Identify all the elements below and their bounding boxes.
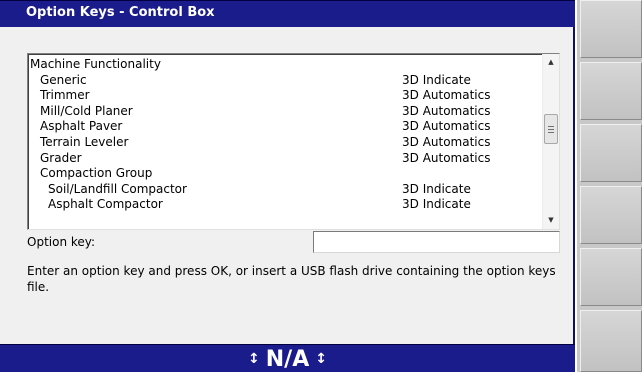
thumb-grip-icon <box>548 132 554 133</box>
option-keys-list[interactable]: Machine Functionality Generic 3D Indicate T… <box>27 53 560 230</box>
list-item-value: 3D Indicate <box>402 72 471 87</box>
list-item-name: Soil/Landfill Compactor <box>48 181 187 196</box>
list-items: Machine Functionality Generic 3D Indicate T… <box>30 57 538 213</box>
list-item-name: Compaction Group <box>40 166 153 181</box>
status-content[interactable]: ↕ N/A ↕ <box>242 347 333 372</box>
softkey-panel <box>577 0 642 372</box>
softkey-5[interactable] <box>580 248 642 306</box>
scroll-thumb[interactable] <box>544 114 558 144</box>
list-item-value: 3D Automatics <box>402 88 491 103</box>
window-title: Option Keys - Control Box <box>26 5 215 20</box>
list-item-name: Trimmer <box>40 88 90 103</box>
status-text: N/A <box>265 347 310 372</box>
instructions-text: Enter an option key and press OK, or ins… <box>27 264 556 294</box>
list-item[interactable]: Trimmer 3D Automatics <box>30 88 538 104</box>
list-item-name: Asphalt Compactor <box>48 197 163 212</box>
thumb-grip-icon <box>548 126 554 127</box>
up-down-arrow-icon: ↕ <box>315 351 327 367</box>
softkey-3[interactable] <box>580 124 642 182</box>
list-item-name: Terrain Leveler <box>40 134 129 149</box>
list-item[interactable]: Asphalt Compactor 3D Indicate <box>30 197 538 213</box>
list-item-name: Grader <box>40 150 82 165</box>
list-item-name: Generic <box>40 72 87 87</box>
list-item-value: 3D Automatics <box>402 150 491 165</box>
list-item[interactable]: Soil/Landfill Compactor 3D Indicate <box>30 182 538 198</box>
list-item[interactable]: Generic 3D Indicate <box>30 73 538 89</box>
list-item[interactable]: Compaction Group <box>30 166 538 182</box>
list-item-name: Asphalt Paver <box>40 119 123 134</box>
scroll-up-arrow-icon[interactable]: ▲ <box>543 54 559 71</box>
list-item-name: Mill/Cold Planer <box>40 103 133 118</box>
option-key-label: Option key: <box>27 235 96 249</box>
list-item-value: 3D Automatics <box>402 103 491 118</box>
list-item[interactable]: Mill/Cold Planer 3D Automatics <box>30 104 538 120</box>
softkey-6[interactable] <box>580 310 642 372</box>
title-bar: Option Keys - Control Box <box>0 0 575 27</box>
dialog-window: Option Keys - Control Box Machine Functi… <box>0 0 575 372</box>
list-item-name: Machine Functionality <box>30 57 161 71</box>
list-item-value: 3D Automatics <box>402 119 491 134</box>
up-down-arrow-icon: ↕ <box>248 351 260 367</box>
softkey-4[interactable] <box>580 186 642 244</box>
list-item[interactable]: Machine Functionality <box>30 57 538 73</box>
status-bar: ↕ N/A ↕ <box>0 344 575 372</box>
vertical-scrollbar[interactable]: ▲ ▼ <box>542 54 559 229</box>
thumb-grip-icon <box>548 129 554 130</box>
list-item[interactable]: Asphalt Paver 3D Automatics <box>30 119 538 135</box>
softkey-2[interactable] <box>580 62 642 120</box>
list-item-value: 3D Indicate <box>402 197 471 212</box>
list-item[interactable]: Grader 3D Automatics <box>30 151 538 167</box>
option-key-input[interactable] <box>313 231 560 253</box>
list-item[interactable]: Terrain Leveler 3D Automatics <box>30 135 538 151</box>
softkey-1[interactable] <box>580 0 642 58</box>
scroll-down-arrow-icon[interactable]: ▼ <box>543 212 559 229</box>
list-item-value: 3D Indicate <box>402 181 471 196</box>
list-item-value: 3D Automatics <box>402 134 491 149</box>
